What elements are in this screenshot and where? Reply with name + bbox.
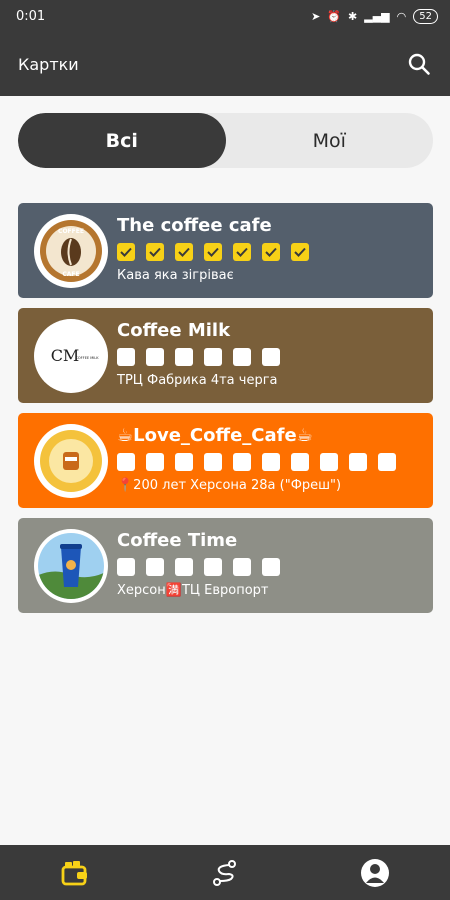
coffee-milk-logo-icon: CM COFFEE MILK [36,320,106,391]
stamp-filled [204,243,222,261]
route-icon [213,859,236,886]
stamp-empty [204,348,222,366]
stamp-empty [175,558,193,576]
check-icon [265,247,277,257]
card-title: Coffee Milk [117,320,231,341]
card-body: ☕Love_Coffe_Cafe☕ 📍200 лет Херсона 28а (… [117,425,396,494]
stamp-filled [146,243,164,261]
alarm-icon: ⏰ [327,9,342,23]
card-title: The coffee cafe [117,215,272,236]
stamp-empty [291,453,309,471]
status-icons: ➤ ⏰ ✱ ▂▄▆ ◠ 52 [311,8,438,24]
stamp-empty [320,453,338,471]
coffee-cafe-logo-icon: COFFEE CAFE [36,215,106,286]
search-button[interactable] [404,49,434,79]
profile-icon [361,858,389,887]
stamp-row [117,348,280,366]
stamp-empty [204,453,222,471]
cards-list: COFFEE CAFE The coffee cafe Кава яка зіг… [18,203,433,623]
stamp-filled [291,243,309,261]
stamp-row [117,453,396,471]
loyalty-card[interactable]: COFFEE CAFE The coffee cafe Кава яка зіг… [18,203,433,298]
check-icon [178,247,190,257]
card-subtitle: Херсон🈵ТЦ Европорт [117,583,269,598]
loyalty-card[interactable]: CM COFFEE MILK Coffee Milk ТРЦ Фабрика 4… [18,308,433,403]
nav-route[interactable] [195,845,255,900]
nav-cards[interactable] [45,845,105,900]
stamp-empty [233,453,251,471]
check-icon [294,247,306,257]
stamp-filled [233,243,251,261]
loyalty-card[interactable]: Coffee Time Херсон🈵ТЦ Европорт [18,518,433,613]
card-subtitle: 📍200 лет Херсона 28а ("Фреш") [117,478,342,493]
stamp-empty [204,558,222,576]
card-body: Coffee Time Херсон🈵ТЦ Европорт [117,530,280,599]
coffee-time-logo-icon [36,530,106,601]
stamp-empty [175,453,193,471]
stamp-empty [117,453,135,471]
logo-text-bottom: COFFEE MILK [75,356,99,360]
card-logo: COFFEE CAFE [34,213,108,288]
love-coffe-logo-icon [36,425,106,496]
search-icon [408,53,430,75]
stamp-empty [262,348,280,366]
signal-icon: ▂▄▆ [364,9,390,23]
filter-tabs: Всі Мої [18,113,433,168]
nav-profile[interactable] [345,845,405,900]
card-title: ☕Love_Coffe_Cafe☕ [117,425,313,446]
bluetooth-icon: ✱ [348,9,358,23]
status-bar: 0:01 ➤ ⏰ ✱ ▂▄▆ ◠ 52 [0,0,450,32]
stamp-empty [233,558,251,576]
location-icon: ➤ [311,9,321,23]
stamp-row [117,243,309,261]
stamp-filled [117,243,135,261]
stamp-empty [117,348,135,366]
status-time: 0:01 [16,8,46,24]
check-icon [207,247,219,257]
page-title: Картки [18,54,79,74]
card-logo [34,528,108,603]
check-icon [120,247,132,257]
stamp-empty [262,558,280,576]
stamp-empty [117,558,135,576]
check-icon [236,247,248,257]
stamp-empty [146,453,164,471]
battery-indicator: 52 [413,8,438,24]
loyalty-card[interactable]: ☕Love_Coffe_Cafe☕ 📍200 лет Херсона 28а (… [18,413,433,508]
tab-mine[interactable]: Мої [226,113,434,168]
card-logo: CM COFFEE MILK [34,318,108,393]
card-logo [34,423,108,498]
card-title: Coffee Time [117,530,238,551]
stamp-empty [378,453,396,471]
wifi-icon: ◠ [396,9,407,23]
stamp-empty [146,558,164,576]
stamp-empty [175,348,193,366]
card-subtitle: ТРЦ Фабрика 4та черга [117,373,278,388]
stamp-filled [262,243,280,261]
stamp-empty [146,348,164,366]
wallet-icon [61,860,87,885]
bottom-navigation [0,845,450,900]
card-body: The coffee cafe Кава яка зігріває [117,215,309,284]
stamp-empty [262,453,280,471]
stamp-filled [175,243,193,261]
app-bar: Картки [0,32,450,96]
card-subtitle: Кава яка зігріває [117,268,234,283]
stamp-empty [233,348,251,366]
logo-text-top: COFFEE [58,228,84,235]
stamp-empty [349,453,367,471]
card-body: Coffee Milk ТРЦ Фабрика 4та черга [117,320,280,389]
check-icon [149,247,161,257]
tab-all[interactable]: Всі [18,113,226,168]
stamp-row [117,558,280,576]
logo-text-bottom: CAFE [62,271,79,278]
